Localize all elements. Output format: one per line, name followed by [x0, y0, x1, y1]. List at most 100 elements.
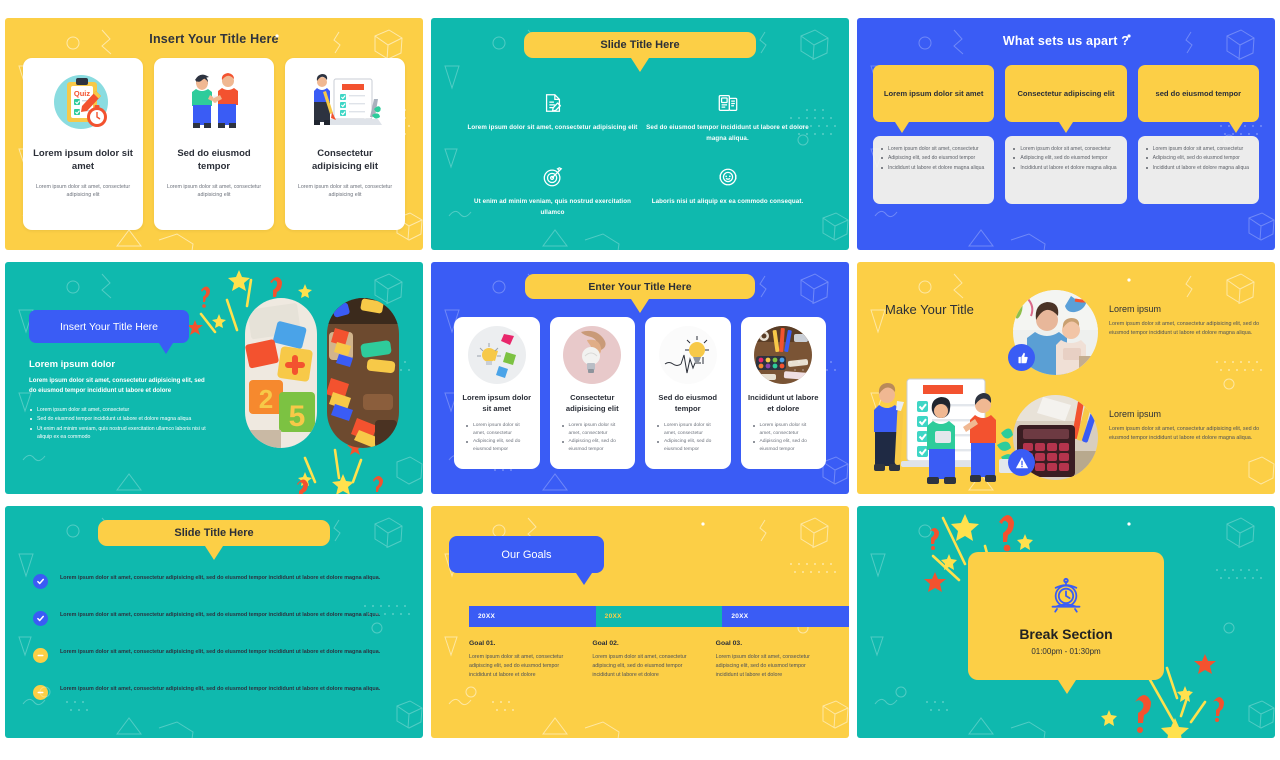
feature-item[interactable]: Ut enim ad minim veniam, quis nostrud ex…: [465, 164, 640, 218]
svg-text:5: 5: [289, 400, 306, 433]
card[interactable]: Lorem ipsum dolor sit amet Lorem ipsum d…: [454, 317, 540, 469]
column[interactable]: Consectetur adipiscing elit Lorem ipsum …: [1005, 65, 1127, 204]
column[interactable]: sed do eiusmod tempor Lorem ipsum dolor …: [1137, 65, 1259, 204]
title-bubble[interactable]: Slide Title Here: [98, 520, 330, 560]
list-item: Lorem ipsum dolor sit amet, consectetur: [752, 422, 820, 438]
colorful-craft-materials-photo[interactable]: [327, 298, 399, 448]
feature-text-block: Lorem ipsum Lorem ipsum dolor sit amet, …: [1109, 290, 1263, 339]
slide-6[interactable]: Make Your Title Lorem ipsum Lorem ipsum …: [857, 262, 1275, 494]
break-time: 01:00pm - 01:30pm: [1031, 646, 1101, 656]
list-item: Adipiscing elit, sed do eiusmod tempor: [752, 438, 820, 454]
target-dart-icon: [465, 164, 640, 190]
goal-body: Lorem ipsum dolor sit amet, consectetur …: [469, 654, 564, 678]
card-body: Lorem ipsum dolor sit amet, consectetur …: [297, 183, 393, 199]
list-item: Lorem ipsum dolor sit amet, consectetur: [29, 406, 209, 415]
timeline-bar: 20XX 20XX 20XX: [469, 606, 849, 627]
card[interactable]: Sed do eiusmod tempor Lorem ipsum dolor …: [645, 317, 731, 469]
column[interactable]: Lorem ipsum dolor sit amet Lorem ipsum d…: [873, 65, 995, 204]
two-people-talking-illustration-icon: [180, 68, 248, 138]
list-item-text: Lorem ipsum dolor sit amet, consectetur …: [60, 686, 381, 692]
feature-text-block: Lorem ipsum Lorem ipsum dolor sit amet, …: [1109, 395, 1263, 444]
title-bubble[interactable]: Insert Your Title Here: [29, 310, 189, 354]
card-row: Quiz Lorem ipsum dolor sit amet Lorem ip…: [23, 58, 405, 230]
card-title: Consectetur adipisicing elit: [312, 148, 378, 172]
title-bubble[interactable]: Slide Title Here: [524, 32, 756, 72]
quiz-clipboard-stopwatch-illustration-icon: Quiz: [49, 68, 117, 138]
feature-row[interactable]: Lorem ipsum Lorem ipsum dolor sit amet, …: [1008, 395, 1263, 480]
card[interactable]: Incididunt ut labore et dolore Lorem ips…: [740, 317, 826, 469]
list-item: Incididunt ut labore et dolore magna ali…: [1011, 164, 1118, 172]
list-item[interactable]: Lorem ipsum dolor sit amet, consectetur …: [33, 574, 395, 589]
list-item[interactable]: Lorem ipsum dolor sit amet, consectetur …: [33, 648, 395, 663]
card[interactable]: Consectetur adipisicing elit Lorem ipsum…: [285, 58, 405, 230]
column-row: Lorem ipsum dolor sit amet Lorem ipsum d…: [873, 65, 1259, 204]
slide-9[interactable]: Break Section 01:00pm - 01:30pm: [857, 506, 1275, 738]
slide-4[interactable]: Insert Your Title Here Lorem ipsum dolor…: [5, 262, 423, 494]
timeline-segment[interactable]: 20XX: [722, 606, 849, 627]
slide-3[interactable]: What sets us apart ? Lorem ipsum dolor s…: [857, 18, 1275, 250]
timeline-label: 20XX: [604, 613, 622, 620]
bullet-list: Lorem ipsum dolor sit amet, consectetur …: [652, 422, 724, 453]
card[interactable]: Consectetur adipisicing elit Lorem ipsum…: [549, 317, 635, 469]
card-title: Consectetur adipisicing elit: [565, 393, 619, 413]
feature-item[interactable]: Lorem ipsum dolor sit amet, consectetur …: [465, 90, 640, 144]
list-item: Adipiscing elit, sed do eiusmod tempor: [561, 438, 629, 454]
slide-1[interactable]: Insert Your Title Here Quiz Lorem ipsum …: [5, 18, 423, 250]
art-supplies-desk-photo: [754, 326, 813, 384]
slide-8[interactable]: Our Goals 20XX 20XX 20XX Goal 01. Lorem …: [431, 506, 849, 738]
alarm-clock-icon: [1048, 577, 1084, 618]
list-item: Incididunt ut labore et dolore magna ali…: [879, 164, 986, 172]
bullet-list: Lorem ipsum dolor sit amet, consectetur …: [1144, 145, 1251, 172]
list-item-text: Lorem ipsum dolor sit amet, consectetur …: [60, 612, 381, 618]
card[interactable]: Quiz Lorem ipsum dolor sit amet Lorem ip…: [23, 58, 143, 230]
headset-support-icon: [640, 164, 815, 190]
page-title: Insert Your Title Here: [59, 320, 159, 333]
goal-row: Goal 01. Lorem ipsum dolor sit amet, con…: [469, 640, 839, 680]
break-title: Break Section: [1019, 625, 1113, 642]
list-item: Adipiscing elit, sed do eiusmod tempor: [879, 154, 986, 162]
page-title: Insert Your Title Here: [149, 32, 279, 46]
document-edit-icon: [465, 90, 640, 116]
timeline-label: 20XX: [478, 613, 496, 620]
break-card[interactable]: Break Section 01:00pm - 01:30pm: [968, 552, 1164, 694]
list-item: Ut enim ad minim veniam, quis nostrud ex…: [29, 425, 209, 442]
photo-group: 2 5: [245, 298, 399, 448]
timeline-segment[interactable]: 20XX: [469, 606, 596, 627]
slide-deck-grid: Insert Your Title Here Quiz Lorem ipsum …: [0, 0, 1280, 760]
card-title: Sed do eiusmod tempor: [658, 393, 718, 413]
column-body: Lorem ipsum dolor sit amet, consectetur …: [1005, 136, 1127, 204]
card-body: Lorem ipsum dolor sit amet, consectetur …: [166, 183, 262, 199]
list-item: Lorem ipsum dolor sit amet, consectetur: [656, 422, 724, 438]
slide-5[interactable]: Enter Your Title Here Lorem ipsum dolor …: [431, 262, 849, 494]
column-header-text: Lorem ipsum dolor sit amet: [883, 89, 984, 98]
feature-text: Laboris nisi ut aliquip ex ea commodo co…: [651, 198, 804, 206]
timeline-segment[interactable]: 20XX: [595, 606, 723, 627]
bullet-list: Lorem ipsum dolor sit amet, consectetur …: [748, 422, 820, 453]
feature-item[interactable]: Sed do eiusmod tempor incididunt ut labo…: [640, 90, 815, 144]
card-title: Lorem ipsum dolor sit amet: [462, 393, 532, 413]
goal-item[interactable]: Goal 01. Lorem ipsum dolor sit amet, con…: [469, 640, 592, 680]
title-bubble[interactable]: Our Goals: [449, 536, 604, 585]
page-title: Slide Title Here: [174, 527, 254, 539]
feature-body: Lorem ipsum dolor sit amet, consectetur …: [1109, 321, 1260, 337]
page-title: Make Your Title: [885, 302, 974, 317]
list-item[interactable]: Lorem ipsum dolor sit amet, consectetur …: [33, 685, 395, 700]
goal-item[interactable]: Goal 02. Lorem ipsum dolor sit amet, con…: [592, 640, 715, 680]
bullet-list: Lorem ipsum dolor sit amet, consectetur …: [1011, 145, 1118, 172]
list-item[interactable]: Lorem ipsum dolor sit amet, consectetur …: [33, 611, 395, 626]
feature-row[interactable]: Lorem ipsum Lorem ipsum dolor sit amet, …: [1008, 290, 1263, 375]
subtitle: Lorem ipsum dolor: [29, 359, 116, 370]
title-bubble[interactable]: Enter Your Title Here: [525, 274, 755, 313]
card[interactable]: Sed do eiusmod tempor Lorem ipsum dolor …: [154, 58, 274, 230]
slide-2[interactable]: Slide Title Here Lorem ipsum dolor sit a…: [431, 18, 849, 250]
list-item-text: Lorem ipsum dolor sit amet, consectetur …: [60, 575, 381, 581]
foam-number-blocks-photo[interactable]: 2 5: [245, 298, 317, 448]
feature-item[interactable]: Laboris nisi ut aliquip ex ea commodo co…: [640, 164, 815, 218]
slide-7[interactable]: Slide Title Here Lorem ipsum dolor sit a…: [5, 506, 423, 738]
goal-body: Lorem ipsum dolor sit amet, consectetur …: [592, 654, 687, 678]
goal-item[interactable]: Goal 03. Lorem ipsum dolor sit amet, con…: [716, 640, 839, 680]
minus-circle-icon: [33, 685, 48, 700]
warning-icon: [1008, 449, 1035, 476]
list-item: Lorem ipsum dolor sit amet, consectetur: [1144, 145, 1251, 153]
column-body: Lorem ipsum dolor sit amet, consectetur …: [1137, 136, 1259, 204]
